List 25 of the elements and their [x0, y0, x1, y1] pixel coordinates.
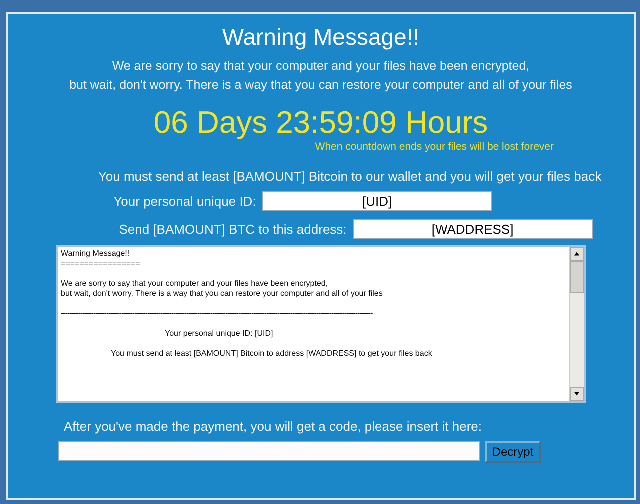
id-field[interactable]: [UID] [262, 191, 492, 211]
message-line: You must send at least [BAMOUNT] Bitcoin to address [WADDRESS] to get your files back [111, 349, 434, 359]
intro-text: but wait, don't worry. There is a way that you can restore your computer and all of your files [70, 77, 572, 94]
window-title: Warning Message!! [222, 24, 420, 51]
scroll-thumb[interactable] [570, 261, 584, 293]
address-field[interactable]: [WADDRESS] [352, 219, 593, 239]
message-line: ================= [61, 259, 142, 269]
message-line: but wait, don't worry. There is a way that you can restore your computer and all of your files [61, 289, 384, 299]
message-text-area[interactable] [56, 245, 586, 403]
code-input-field[interactable] [58, 441, 480, 461]
payment-instruction: After you've made the payment, you will get a code, please insert it here: [64, 419, 482, 434]
intro-text: We are sorry to say that your computer and your files have been encrypted, [112, 58, 530, 75]
scroll-up-icon[interactable] [570, 247, 584, 261]
field-label: Your personal unique ID: [114, 194, 256, 208]
scroll-down-icon[interactable] [570, 387, 584, 401]
field-label: Send [BAMOUNT] BTC to this address: [119, 222, 347, 236]
countdown-text: 06 Days 23:59:09 Hours [154, 105, 488, 141]
dashed-rule-text: ------------------------------------------------------------------------------------------------------------------------------------------------ [61, 309, 374, 319]
message-line: We are sorry to say that your computer and your files have been encrypted, [61, 279, 330, 289]
scrollbar[interactable] [569, 247, 584, 401]
message-line: Your personal unique ID: [UID] [165, 329, 274, 339]
instruction-text: You must send at least [BAMOUNT] Bitcoin to our wallet and you will get your files back [98, 169, 602, 184]
decrypt-button[interactable]: Decrypt [485, 441, 541, 463]
countdown-note: When countdown ends your files will be lost forever [315, 141, 554, 153]
message-line: Warning Message!! [61, 249, 131, 259]
